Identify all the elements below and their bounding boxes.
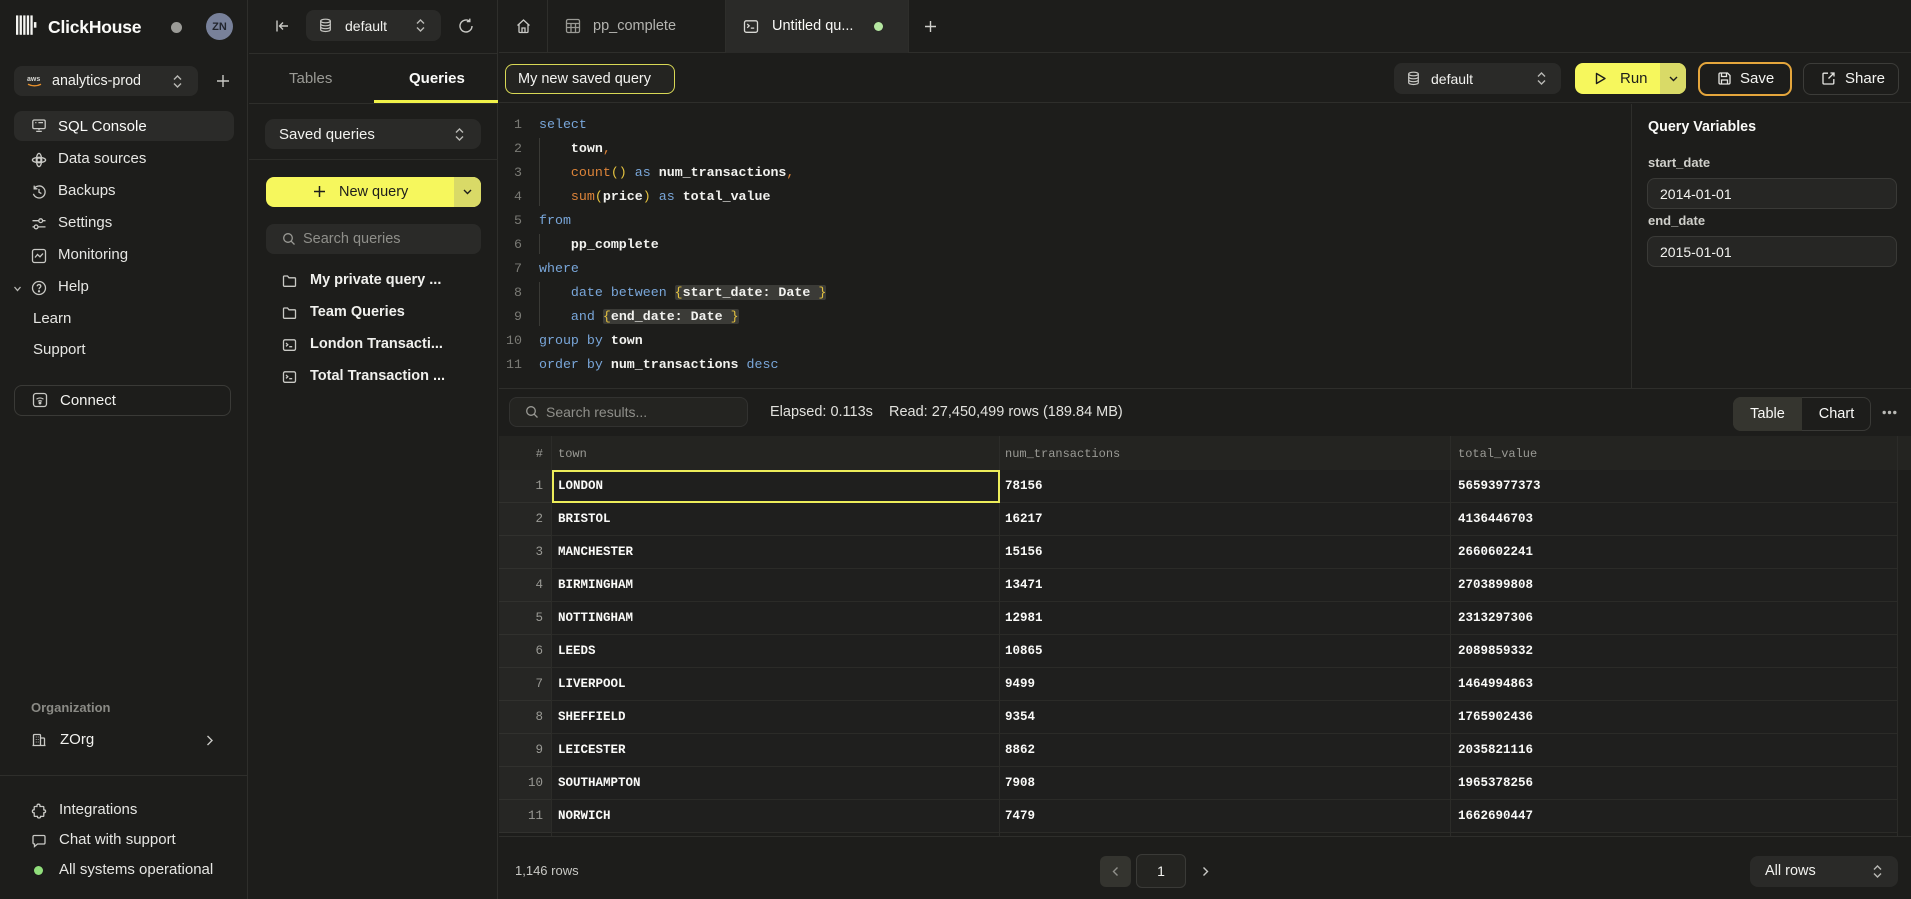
svg-text:aws: aws	[27, 76, 40, 83]
